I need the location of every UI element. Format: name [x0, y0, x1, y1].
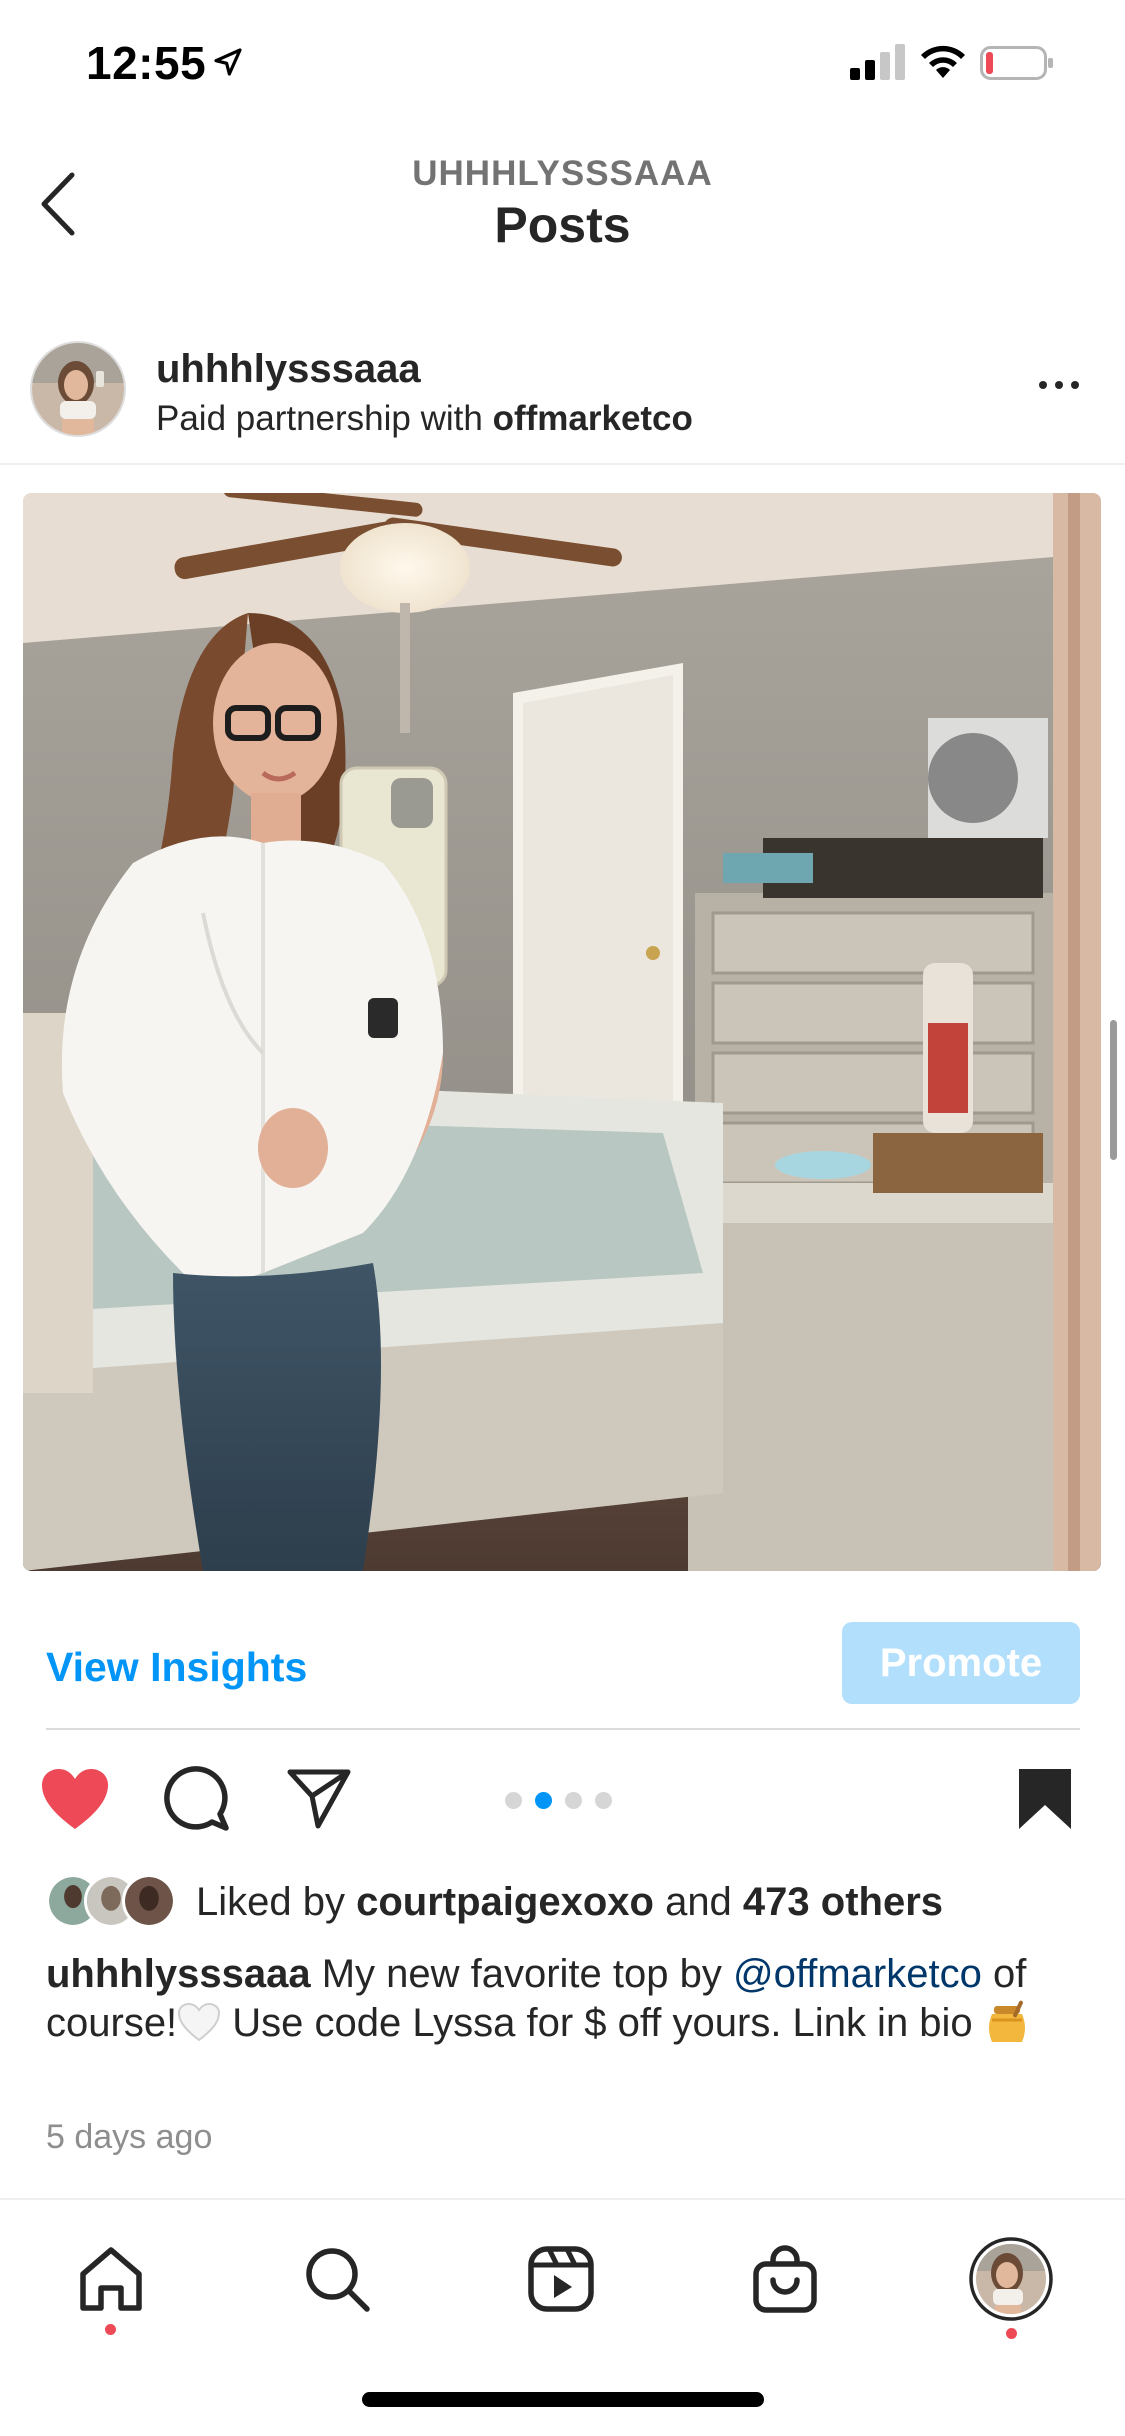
partner-link[interactable]: offmarketco: [493, 399, 693, 438]
post-timestamp: 5 days ago: [46, 2118, 213, 2156]
scroll-indicator: [1110, 1020, 1117, 1160]
post-photo[interactable]: [23, 493, 1101, 1571]
avatar: [122, 1874, 176, 1928]
post-actions: [0, 1760, 1125, 1840]
reels-icon: [528, 2246, 594, 2312]
carousel-dots: [505, 1792, 612, 1809]
insights-row: View Insights Promote: [46, 1620, 1080, 1730]
search-icon: [306, 2248, 370, 2312]
tab-shop[interactable]: [740, 2234, 830, 2324]
caption-mention[interactable]: @offmarketco: [733, 1952, 982, 1996]
comment-button[interactable]: [158, 1760, 236, 1838]
post-author-avatar[interactable]: [30, 341, 126, 437]
cellular-signal-icon: [850, 44, 905, 80]
battery-low-icon: [980, 46, 1053, 80]
nav-header: UHHHLYSSSAAA Posts: [0, 140, 1125, 270]
home-icon: [80, 2247, 142, 2311]
tab-home[interactable]: [66, 2234, 156, 2324]
promote-button[interactable]: Promote: [842, 1622, 1080, 1704]
page-title: Posts: [494, 197, 631, 253]
caption-username[interactable]: uhhhlysssaaa: [46, 1952, 311, 1996]
bookmark-filled-icon: [1019, 1769, 1071, 1829]
like-button[interactable]: [36, 1760, 114, 1838]
paper-plane-icon: [287, 1769, 351, 1829]
shop-icon: [753, 2245, 817, 2313]
status-bar: 12:55: [0, 0, 1125, 130]
white-heart-emoji: [178, 2002, 221, 2042]
honey-pot-emoji: [988, 2000, 1025, 2042]
post-caption: uhhhlysssaaa My new favorite top by @off…: [46, 1950, 1086, 2047]
profile-avatar: [969, 2237, 1053, 2321]
view-insights-link[interactable]: View Insights: [46, 1644, 307, 1691]
save-button[interactable]: [1006, 1760, 1084, 1838]
profile-notification-dot: [1006, 2328, 1017, 2339]
carousel-dot: [565, 1792, 582, 1809]
heart-filled-icon: [42, 1769, 108, 1829]
carousel-dot-active: [535, 1792, 552, 1809]
ellipsis-icon: [1039, 381, 1047, 389]
more-options-button[interactable]: [1029, 365, 1089, 405]
post-header: uhhhlysssaaa Paid partnership with offma…: [0, 335, 1125, 465]
home-indicator: [362, 2392, 764, 2407]
wifi-icon: [921, 45, 965, 78]
likes-text: Liked by courtpaigexoxo and 473 others: [196, 1880, 944, 1924]
liker-avatars: [46, 1874, 176, 1930]
profile-handle-header: UHHHLYSSSAAA: [412, 154, 713, 193]
likes-summary[interactable]: Liked by courtpaigexoxo and 473 others: [46, 1874, 1086, 1934]
comment-icon: [164, 1766, 229, 1831]
tab-search[interactable]: [292, 2234, 382, 2324]
tab-profile[interactable]: [966, 2234, 1056, 2324]
liker-username[interactable]: courtpaigexoxo: [356, 1880, 654, 1924]
likes-count[interactable]: 473 others: [743, 1880, 943, 1924]
tab-reels[interactable]: [516, 2234, 606, 2324]
post-author-username[interactable]: uhhhlysssaaa: [156, 347, 421, 392]
status-time: 12:55: [86, 37, 207, 89]
home-notification-dot: [105, 2324, 116, 2335]
carousel-dot: [505, 1792, 522, 1809]
location-arrow-icon: [214, 48, 242, 76]
share-button[interactable]: [280, 1760, 358, 1838]
carousel-dot: [595, 1792, 612, 1809]
paid-partnership-label: Paid partnership with offmarketco: [156, 399, 693, 438]
